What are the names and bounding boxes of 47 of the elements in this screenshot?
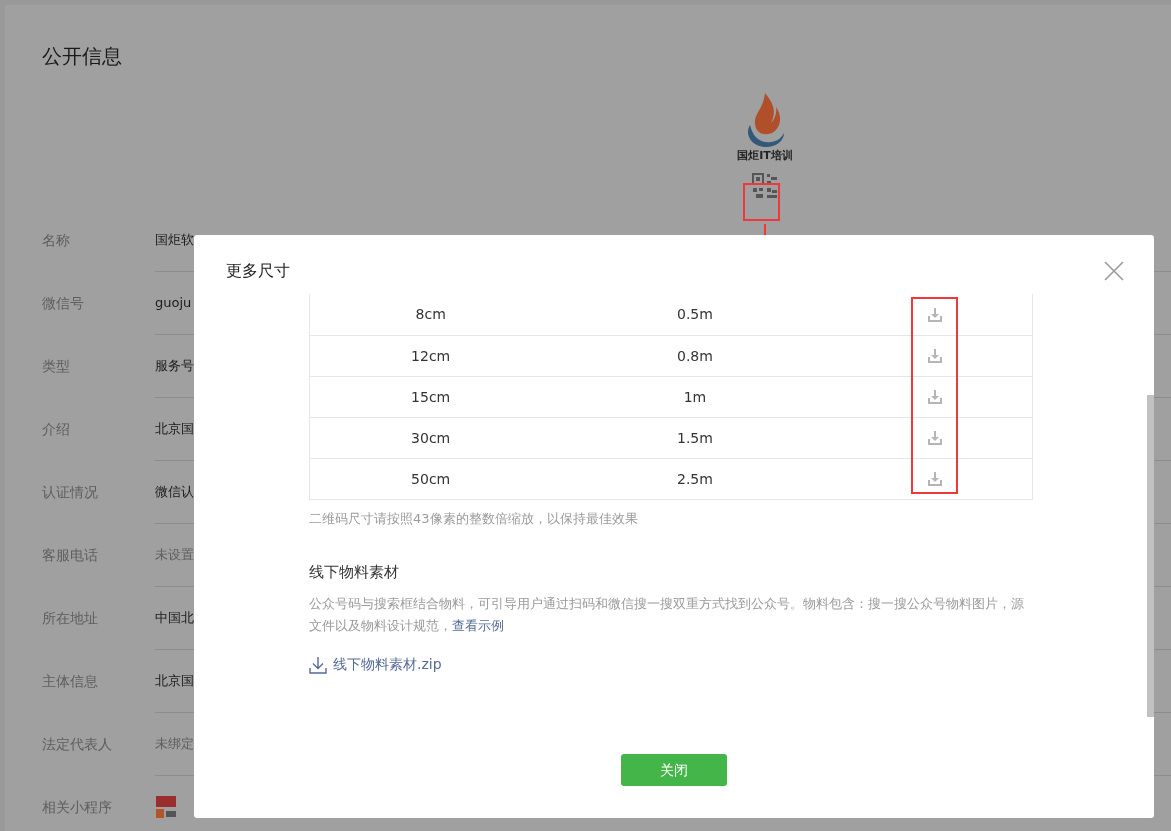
table-cell-text: 1m (682, 387, 708, 407)
logo-caption: 国炬IT培训 (737, 149, 793, 163)
mini-program-icon (155, 795, 177, 819)
download-icon[interactable] (927, 306, 944, 323)
table-cell-text: 8cm (414, 305, 447, 324)
field-value: 服务号 (155, 357, 194, 376)
page-title: 公开信息 (42, 43, 122, 70)
table-cell-text: 50cm (410, 469, 452, 489)
field-label: 主体信息 (42, 672, 99, 691)
size-note: 二维码尺寸请按照43像素的整数倍缩放，以保持最佳效果 (309, 510, 639, 528)
download-icon[interactable] (927, 430, 944, 446)
field-value: 国炬软 (155, 231, 194, 250)
file-download-link[interactable]: 线下物料素材.zip (309, 654, 442, 675)
table-cell-text: 0.8m (675, 346, 714, 366)
table-cell-text: 2.5m (675, 469, 714, 489)
download-icon[interactable] (927, 348, 944, 364)
example-link[interactable]: 查看示例 (452, 618, 504, 633)
field-value: 未设置 (155, 546, 194, 565)
table-cell-text: 15cm (410, 387, 452, 407)
field-value: 中国北 (155, 609, 194, 628)
download-icon[interactable] (927, 471, 944, 487)
field-value: 北京国 (155, 672, 194, 691)
field-label: 客服电话 (42, 546, 99, 565)
highlight-frame (743, 183, 780, 221)
scrollbar[interactable] (1147, 395, 1154, 717)
table-cell-text: 1.5m (675, 428, 714, 448)
field-label: 认证情况 (42, 483, 99, 502)
download-icon[interactable] (927, 389, 944, 405)
field-label: 微信号 (42, 294, 85, 313)
qr-code-icon[interactable] (752, 173, 778, 199)
field-label: 类型 (42, 357, 71, 376)
dialog-title: 更多尺寸 (226, 260, 290, 282)
field-label: 介绍 (42, 420, 71, 439)
field-label: 法定代表人 (42, 735, 113, 754)
field-value: guoju (155, 294, 192, 313)
field-value: 北京国 (155, 420, 194, 439)
download-icon (309, 655, 327, 674)
field-label: 相关小程序 (42, 798, 113, 817)
field-label: 名称 (42, 231, 71, 250)
field-value: 微信认 (155, 483, 194, 502)
field-label: 所在地址 (42, 609, 99, 628)
field-value: 未绑定 (155, 735, 194, 754)
close-icon[interactable] (1104, 261, 1124, 281)
section-title: 线下物料素材 (309, 562, 400, 582)
table-cell-text: 12cm (410, 346, 452, 366)
table-cell-text: 30cm (410, 428, 452, 448)
table-cell-text: 0.5m (675, 305, 714, 324)
